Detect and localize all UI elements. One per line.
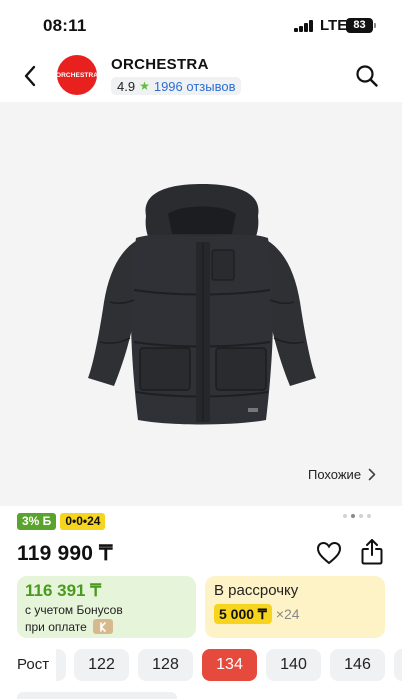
favorite-button[interactable] [316,541,342,565]
product-gallery[interactable]: Похожие [0,102,402,506]
size-chip[interactable]: 140 [266,649,321,681]
installment-months: ×24 [275,606,300,622]
network-label: LTE [320,17,348,34]
share-button[interactable] [360,538,384,566]
gallery-pager[interactable] [343,514,371,518]
similar-products-link[interactable]: Похожие [308,467,376,482]
size-chip-partial[interactable] [56,649,66,681]
bonus-payment-text: при оплате [25,619,87,634]
installment-card[interactable]: В рассрочку 5 000 ₸ ×24 [205,576,385,638]
pager-dot[interactable] [359,514,363,518]
size-chip[interactable]: 122 [74,649,129,681]
installment-row: 5 000 ₸ ×24 [214,604,300,624]
size-label: Рост [17,656,50,673]
bonus-price: 116 391 ₸ [25,581,102,600]
size-chip[interactable]: 128 [138,649,193,681]
payment-icon [92,619,113,634]
status-time: 08:11 [43,16,87,35]
next-section-edge [17,692,177,699]
bonus-price-card[interactable]: 116 391 ₸ с учетом Бонусов при оплате [17,576,196,638]
rating-value: 4.9 [117,78,136,94]
store-name[interactable]: ORCHESTRA [111,56,209,73]
bonus-payment-note: при оплате [25,619,113,634]
back-button[interactable] [14,60,46,92]
pager-dot[interactable] [367,514,371,518]
battery-icon: 83 [346,18,376,33]
signal-icon [294,20,314,32]
pager-dot[interactable] [343,514,347,518]
product-price: 119 990 ₸ [17,542,113,565]
installment-amount: 5 000 ₸ [214,604,272,624]
size-chip[interactable]: 146 [330,649,385,681]
installment-badge: 0•0•24 [60,513,106,530]
reviews-link[interactable]: 1996 отзывов [154,79,236,94]
heart-icon [316,541,342,565]
size-chip-selected[interactable]: 134 [202,649,257,681]
bonus-note: с учетом Бонусов [25,603,123,617]
chevron-right-icon [368,468,376,481]
similar-label: Похожие [308,467,362,482]
pager-dot[interactable] [351,514,355,518]
store-header: ORCHESTRA ORCHESTRA 4.9 ★ 1996 отзывов [0,50,402,102]
share-icon [361,539,383,565]
installment-title: В рассрочку [214,582,299,599]
chevron-left-icon [24,65,36,87]
search-icon [356,65,378,87]
product-image [88,184,316,425]
promo-badges: 3% Б 0•0•24 [17,513,106,530]
star-icon: ★ [139,79,150,93]
store-logo[interactable]: ORCHESTRA [56,55,98,95]
size-chip-partial[interactable] [394,649,402,681]
status-bar: 08:11 LTE 83 [0,0,402,50]
search-button[interactable] [352,61,382,91]
bonus-badge: 3% Б [17,513,57,530]
rating-pill[interactable]: 4.9 ★ 1996 отзывов [111,77,242,95]
